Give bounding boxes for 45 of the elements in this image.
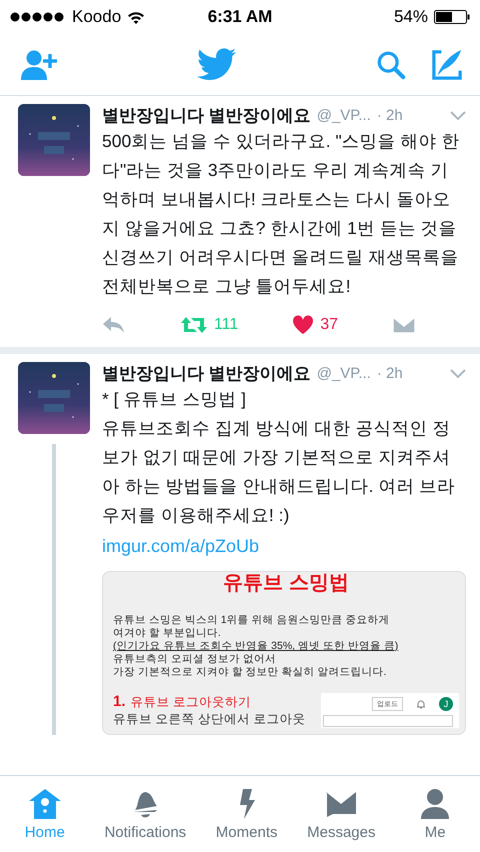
reply-icon[interactable] <box>102 316 126 334</box>
image-title: 유튜브 스밍법 <box>222 572 350 594</box>
step-number: 1. <box>113 693 126 710</box>
user-handle: @_VP... <box>316 107 371 124</box>
birdhouse-icon <box>28 788 62 820</box>
lightning-icon <box>238 788 256 820</box>
bell-icon <box>417 699 425 709</box>
tweet-link[interactable]: imgur.com/a/pZoUb <box>102 532 466 561</box>
heart-icon[interactable] <box>292 315 314 335</box>
envelope-icon[interactable] <box>392 316 416 334</box>
tweet-time: · 2h <box>376 365 403 382</box>
tab-item[interactable]: Messages <box>307 788 376 840</box>
image-paragraph: 유튜브 스밍은 빅스의 1위를 위해 음원스밍만큼 중요하게 여겨야 할 부분입니다. <box>113 614 390 640</box>
like-count: 37 <box>320 316 338 334</box>
carrier-name: Koodo <box>72 7 122 27</box>
tweet-text: 유튜브조회수 집계 방식에 대한 공식적인 정보가 없기 때문에 가장 기본적으로 지켜주셔아 하는 방법들을 안내해드립니다. 여러 브라우저를 이용해주세요! :) <box>102 417 456 527</box>
account-avatar: J <box>439 697 453 711</box>
user-name[interactable]: 별반장입니다 별반장이에요 <box>102 362 311 385</box>
battery-icon <box>434 10 470 24</box>
battery-percent: 54% <box>394 7 428 27</box>
tab-item[interactable]: Me <box>405 788 466 840</box>
person-icon <box>420 788 450 820</box>
image-paragraph: 유튜브측의 오피셜 정보가 없어서 가장 기본적으로 지켜야 할 정보만 확실히 알려드립니다. <box>113 653 388 679</box>
tab-item[interactable]: Moments <box>216 788 278 840</box>
tab-item[interactable]: Notifications <box>104 788 186 840</box>
step-title: 유튜브 로그아웃하기 <box>130 694 251 711</box>
user-name[interactable]: 별반장입니다 별반장이에요 <box>102 104 311 127</box>
tweet-text: * [ 유튜브 스밍법 ] <box>102 388 247 411</box>
status-time: 6:31 AM <box>208 7 272 27</box>
retweet-icon[interactable] <box>180 316 208 334</box>
user-handle: @_VP... <box>316 365 371 382</box>
compose-icon[interactable] <box>432 48 462 82</box>
search-icon[interactable] <box>376 48 406 80</box>
tweet-text: 500회는 넘을 수 있더라구요. "스밍을 해야 한다"라는 것을 3주만이라도 우리 계속계속 기억하며 보내봅시다! 크라토스는 다시 돌아오지 않을거에요 그쵸? 한시간에 1번 듣는 것을 신경쓰기 어려우시다면 올려드릴 재생목록을 전체반복으로 그냥 틀어두세요! <box>102 130 460 298</box>
tab-item[interactable]: Home <box>14 788 75 840</box>
wifi-icon <box>127 10 146 24</box>
chevron-down-icon[interactable] <box>450 110 466 120</box>
step-description: 유튜브 오른쪽 상단에서 로그아웃 <box>113 711 306 728</box>
signal-icon <box>10 12 66 22</box>
image-paragraph: (인기가요 유튜브 조회수 반영율 35%, 엠넷 또한 반영율 큼) <box>113 640 400 653</box>
add-user-icon[interactable] <box>20 48 58 80</box>
tweet-time: · 2h <box>376 107 403 124</box>
bird-logo-icon <box>197 48 237 82</box>
retweet-count: 111 <box>214 316 238 334</box>
chevron-down-icon[interactable] <box>450 368 466 378</box>
